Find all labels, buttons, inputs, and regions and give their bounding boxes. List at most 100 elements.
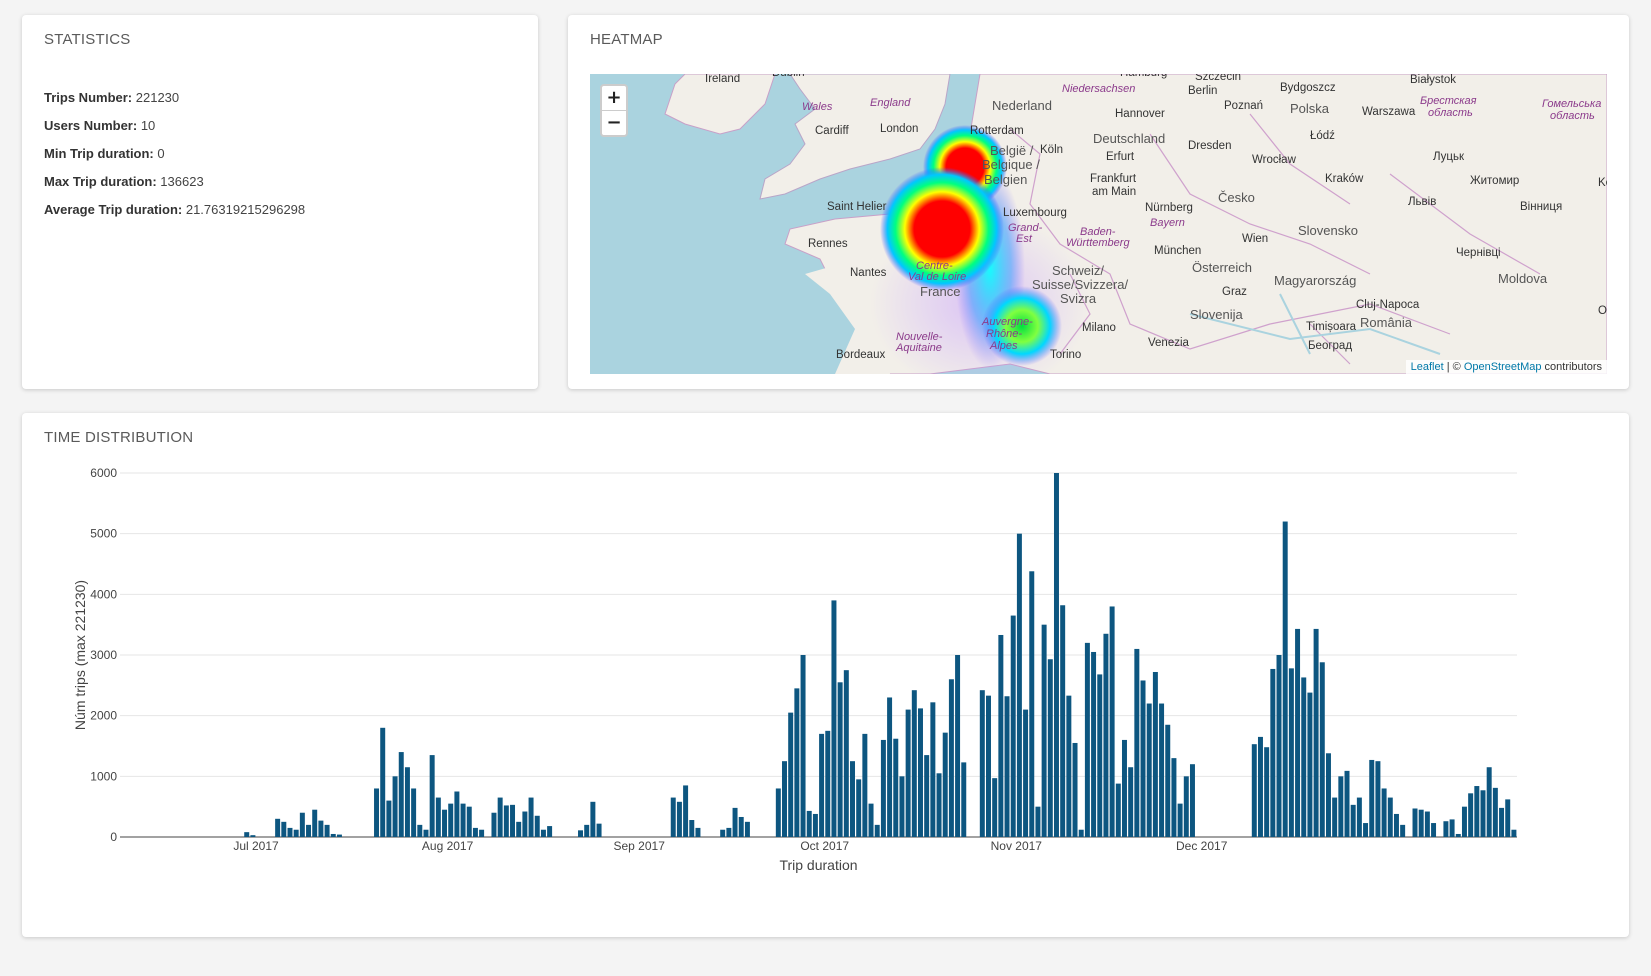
chart-bar[interactable] [1307,692,1313,837]
chart-bar[interactable] [1381,788,1387,837]
chart-bar[interactable] [547,826,553,837]
chart-bar[interactable] [812,813,818,837]
chart-bar[interactable] [1282,521,1288,837]
chart-bar[interactable] [1455,833,1461,837]
chart-bar[interactable] [837,682,843,837]
chart-bar[interactable] [1393,813,1399,837]
chart-bar[interactable] [503,805,509,837]
chart-bar[interactable] [318,820,324,837]
chart-bar[interactable] [1400,824,1406,837]
chart-bar[interactable] [417,824,423,837]
chart-bar[interactable] [1295,628,1301,837]
chart-bar[interactable] [806,810,812,837]
chart-bar[interactable] [1091,651,1097,837]
chart-bar[interactable] [1505,799,1511,837]
chart-bar[interactable] [534,815,540,837]
chart-bar[interactable] [998,634,1004,837]
chart-bar[interactable] [1356,797,1362,837]
chart-bar[interactable] [695,827,701,837]
chart-bar[interactable] [312,809,318,837]
chart-bar[interactable] [986,695,991,837]
chart-bar[interactable] [1474,786,1480,837]
chart-bar[interactable] [1084,642,1090,837]
chart-bar[interactable] [1047,659,1053,837]
chart-bar[interactable] [732,807,738,837]
chart-bar[interactable] [887,697,893,837]
chart-bar[interactable] [1023,709,1029,837]
chart-bar[interactable] [275,818,281,837]
chart-bar[interactable] [911,690,917,837]
chart-bar[interactable] [516,821,522,837]
chart-bar[interactable] [924,755,930,837]
chart-bar[interactable] [1480,790,1486,837]
osm-link[interactable]: OpenStreetMap [1464,361,1542,373]
zoom-out-button[interactable]: − [602,110,626,134]
chart-bar[interactable] [250,835,256,837]
chart-bar[interactable] [1276,655,1282,837]
chart-bar[interactable] [510,804,516,837]
chart-bar[interactable] [281,821,287,837]
chart-bar[interactable] [1264,747,1270,837]
chart-bar[interactable] [1152,671,1158,837]
chart-bar[interactable] [330,833,336,837]
chart-bar[interactable] [905,709,911,837]
zoom-in-button[interactable]: + [602,86,626,110]
chart-bar[interactable] [584,824,590,837]
chart-bar[interactable] [918,708,923,837]
chart-bar[interactable] [676,801,682,837]
chart-bar[interactable] [1369,759,1375,837]
chart-bar[interactable] [961,762,967,837]
chart-bar[interactable] [479,829,485,837]
chart-bar[interactable] [1134,648,1140,837]
chart-bar[interactable] [392,776,398,837]
chart-bar[interactable] [442,809,448,837]
chart-bar[interactable] [850,761,855,837]
chart-bar[interactable] [423,829,429,837]
chart-bar[interactable] [788,712,794,837]
chart-bar[interactable] [1066,695,1072,837]
chart-bar[interactable] [1350,804,1356,837]
chart-bar[interactable] [1499,807,1505,837]
chart-bar[interactable] [942,732,948,837]
chart-bar[interactable] [782,761,787,837]
chart-bar[interactable] [1325,753,1331,837]
chart-bar[interactable] [1412,808,1418,837]
chart-bar[interactable] [1288,668,1294,837]
chart-bar[interactable] [1072,742,1078,837]
chart-bar[interactable] [336,834,342,837]
chart-bar[interactable] [1121,739,1127,837]
chart-bar[interactable] [435,797,441,837]
chart-bar[interactable] [948,679,954,837]
chart-bar[interactable] [862,733,868,837]
map-tiles[interactable]: Ireland Dublin Cardiff London Rotterdam … [590,74,1607,374]
chart-bar[interactable] [794,688,800,837]
chart-bar[interactable] [831,600,837,837]
chart-bar[interactable] [429,755,435,837]
chart-bar[interactable] [1449,819,1455,837]
chart-bar[interactable] [386,800,392,837]
chart-bar[interactable] [720,829,726,837]
chart-bar[interactable] [1016,533,1022,837]
chart-bar[interactable] [1461,806,1467,837]
chart-bar[interactable] [843,670,849,837]
chart-bar[interactable] [454,791,460,838]
chart-bar[interactable] [1004,696,1010,837]
chart-bar[interactable] [1387,797,1393,837]
heatmap-map[interactable]: Ireland Dublin Cardiff London Rotterdam … [590,74,1607,374]
chart-bar[interactable] [1115,783,1121,837]
chart-bar[interactable] [1146,703,1152,837]
chart-bar[interactable] [1140,680,1146,837]
chart-bar[interactable] [1344,770,1350,837]
chart-bar[interactable] [726,827,732,837]
chart-bar[interactable] [880,739,886,837]
chart-bar[interactable] [930,702,936,837]
chart-bar[interactable] [460,803,466,837]
chart-bar[interactable] [472,827,478,837]
chart-bar[interactable] [856,779,862,837]
chart-bar[interactable] [287,827,293,837]
chart-bar[interactable] [1041,624,1047,837]
chart-bar[interactable] [800,655,806,837]
chart-bar[interactable] [670,797,676,837]
chart-bar[interactable] [578,830,583,837]
chart-bar[interactable] [1257,736,1263,837]
